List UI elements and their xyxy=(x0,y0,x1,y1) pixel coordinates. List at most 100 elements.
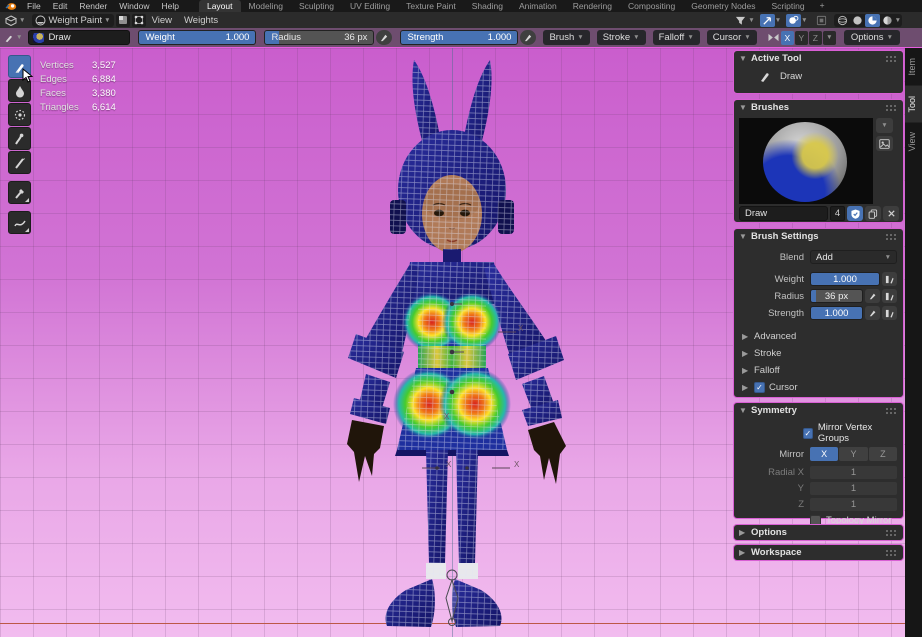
workspace-tab-compositing[interactable]: Compositing xyxy=(620,0,683,12)
cursor-section[interactable]: ▶ ✓ Cursor xyxy=(734,379,903,396)
xray-toggle[interactable] xyxy=(814,14,829,27)
duplicate-brush-button[interactable] xyxy=(865,206,881,221)
overlays-toggle[interactable] xyxy=(786,14,801,27)
symmetry-panel-header[interactable]: ▼ Symmetry xyxy=(734,403,903,418)
mirror-y-toggle[interactable]: Y xyxy=(795,31,808,45)
mirror-x-toggle[interactable]: X xyxy=(810,447,838,461)
mirror-x-toggle[interactable]: X xyxy=(781,31,794,45)
fake-user-toggle[interactable] xyxy=(847,206,863,221)
workspace-tab-uv-editing[interactable]: UV Editing xyxy=(342,0,398,12)
gizmo-toggle[interactable] xyxy=(760,14,775,27)
shading-material-button[interactable] xyxy=(865,14,880,27)
brush-settings-panel-header[interactable]: ▼ Brush Settings xyxy=(734,229,903,244)
menu-window[interactable]: Window xyxy=(113,0,155,12)
drag-dots-icon[interactable] xyxy=(885,104,898,111)
drag-dots-icon[interactable] xyxy=(885,233,898,240)
menu-help[interactable]: Help xyxy=(155,0,184,12)
workspace-tab-scripting[interactable]: Scripting xyxy=(764,0,813,12)
stroke-section[interactable]: ▶ Stroke xyxy=(734,345,903,362)
drag-dots-icon[interactable] xyxy=(885,55,898,62)
unified-strength-toggle[interactable] xyxy=(882,306,897,320)
radial-z-field[interactable]: 1 xyxy=(810,498,897,511)
tool-average[interactable] xyxy=(8,103,31,126)
unlink-brush-button[interactable] xyxy=(883,206,899,221)
brush-preview[interactable] xyxy=(739,118,873,204)
drag-dots-icon[interactable] xyxy=(885,549,898,556)
shading-solid-button[interactable] xyxy=(850,14,865,27)
shading-rendered-button[interactable] xyxy=(880,14,895,27)
brush-image-button[interactable] xyxy=(876,136,893,151)
blend-dropdown[interactable]: Add ▼ xyxy=(810,250,897,264)
weights-menu[interactable]: Weights xyxy=(178,15,224,26)
brush-datablock-name[interactable]: Draw xyxy=(739,206,828,221)
active-tool-panel-header[interactable]: ▼ Active Tool xyxy=(734,51,903,66)
workspace-tab-sculpting[interactable]: Sculpting xyxy=(291,0,342,12)
panel-weight-slider[interactable]: 1.000 xyxy=(810,272,880,286)
shading-wireframe-button[interactable] xyxy=(835,14,850,27)
object-visibility-filter-button[interactable] xyxy=(733,14,748,27)
menu-file[interactable]: File xyxy=(21,0,47,12)
radius-slider[interactable]: Radius 36 px xyxy=(264,30,374,45)
brush-select-dropdown[interactable]: ▼ xyxy=(876,118,893,133)
options-popover[interactable]: Options ▼ xyxy=(844,30,900,45)
sidebar-tab-view[interactable]: View xyxy=(905,122,922,161)
brushes-panel-header[interactable]: ▼ Brushes xyxy=(734,100,903,115)
strength-slider[interactable]: Strength 1.000 xyxy=(400,30,518,45)
workspace-tab-animation[interactable]: Animation xyxy=(511,0,565,12)
editor-type-button[interactable]: ▼ xyxy=(2,14,28,27)
mode-selector[interactable]: Weight Paint ▼ xyxy=(32,14,113,27)
mirror-dropdown[interactable]: ▼ xyxy=(823,31,836,45)
weight-slider[interactable]: Weight 1.000 xyxy=(138,30,256,45)
radius-pressure-toggle[interactable] xyxy=(865,289,880,303)
cursor-popover[interactable]: Cursor ▼ xyxy=(707,30,757,45)
radial-x-field[interactable]: 1 xyxy=(810,466,897,479)
tool-sample-weight[interactable] xyxy=(8,181,31,204)
radius-pressure-toggle[interactable] xyxy=(376,30,392,45)
blender-logo-icon[interactable] xyxy=(4,1,18,11)
brush-name-field[interactable]: Draw xyxy=(28,30,130,45)
drag-dots-icon[interactable] xyxy=(885,529,898,536)
tool-gradient[interactable] xyxy=(8,151,31,174)
workspace-panel-header[interactable]: ▶ Workspace xyxy=(734,545,903,560)
radial-y-field[interactable]: 1 xyxy=(810,482,897,495)
menu-render[interactable]: Render xyxy=(73,0,113,12)
weight-paint-character-model[interactable] xyxy=(302,52,602,637)
gradient-pen-icon xyxy=(13,156,27,170)
panel-strength-slider[interactable]: 1.000 xyxy=(810,306,863,320)
sidebar-tab-tool[interactable]: Tool xyxy=(905,86,922,123)
falloff-section[interactable]: ▶ Falloff xyxy=(734,362,903,379)
workspace-tab-rendering[interactable]: Rendering xyxy=(565,0,620,12)
strength-pressure-toggle[interactable] xyxy=(520,30,536,45)
workspace-tab-shading[interactable]: Shading xyxy=(464,0,511,12)
mirror-z-toggle[interactable]: Z xyxy=(809,31,822,45)
drag-dots-icon[interactable] xyxy=(885,407,898,414)
workspace-tab-geometry-nodes[interactable]: Geometry Nodes xyxy=(683,0,763,12)
falloff-popover[interactable]: Falloff ▼ xyxy=(653,30,700,45)
workspace-tab-texture-paint[interactable]: Texture Paint xyxy=(398,0,464,12)
strength-pressure-toggle[interactable] xyxy=(865,306,880,320)
mirror-y-toggle[interactable]: Y xyxy=(839,447,867,461)
panel-radius-slider[interactable]: 36 px xyxy=(810,289,863,303)
brush-popover[interactable]: Brush ▼ xyxy=(543,30,589,45)
view-menu[interactable]: View xyxy=(146,15,178,26)
cursor-checkbox[interactable]: ✓ xyxy=(754,382,765,393)
stroke-popover[interactable]: Stroke ▼ xyxy=(597,30,646,45)
tool-smear[interactable] xyxy=(8,127,31,150)
menu-edit[interactable]: Edit xyxy=(47,0,74,12)
mirror-z-toggle[interactable]: Z xyxy=(869,447,897,461)
workspace-tab-layout[interactable]: Layout xyxy=(199,0,241,12)
tool-annotate[interactable] xyxy=(8,211,31,234)
chevron-down-icon: ▼ xyxy=(885,254,891,261)
advanced-section[interactable]: ▶ Advanced xyxy=(734,328,903,345)
options-panel-header[interactable]: ▶ Options xyxy=(734,525,903,540)
mirror-vertex-groups-checkbox[interactable]: ✓ xyxy=(803,428,813,439)
unified-weight-toggle[interactable] xyxy=(882,272,897,286)
face-mask-toggle[interactable] xyxy=(116,14,130,27)
vertex-mask-toggle[interactable] xyxy=(132,14,146,27)
unified-radius-toggle[interactable] xyxy=(882,289,897,303)
sidebar-tab-item[interactable]: Item xyxy=(905,48,922,86)
add-workspace-button[interactable]: + xyxy=(813,0,832,12)
brush-users-count[interactable]: 4 xyxy=(830,206,845,221)
workspace-tab-modeling[interactable]: Modeling xyxy=(241,0,292,12)
active-tool-expand[interactable]: ▼ xyxy=(4,33,22,43)
